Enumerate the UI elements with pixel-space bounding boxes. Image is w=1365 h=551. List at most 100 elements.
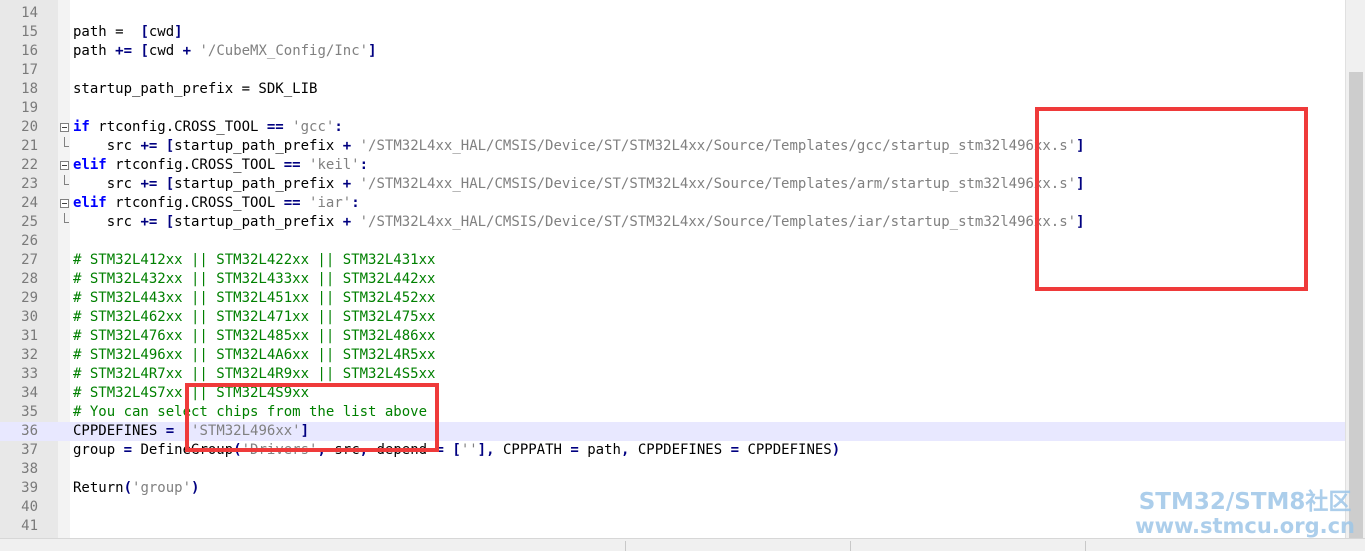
code-text[interactable]: Return('group') xyxy=(73,479,199,498)
code-editor[interactable]: 14 15 path = [cwd] 16 path += [cwd + '/CubeM… xyxy=(0,0,1345,538)
code-text[interactable]: # STM32L476xx || STM32L485xx || STM32L48… xyxy=(73,327,435,346)
code-token: ( xyxy=(233,442,242,458)
code-token: ) xyxy=(831,442,841,458)
code-line[interactable]: 32 # STM32L496xx || STM32L4A6xx || STM32L… xyxy=(0,346,1345,365)
code-token: += xyxy=(140,138,158,154)
code-text[interactable]: # STM32L496xx || STM32L4A6xx || STM32L4R… xyxy=(73,346,435,365)
code-token: + xyxy=(342,214,352,230)
code-text[interactable]: # STM32L443xx || STM32L451xx || STM32L45… xyxy=(73,289,435,308)
code-token: cwd xyxy=(148,24,175,40)
code-line[interactable]: 23 src += [startup_path_prefix + '/STM32… xyxy=(0,175,1345,194)
code-line[interactable]: 21 src += [startup_path_prefix + '/STM32… xyxy=(0,137,1345,156)
line-number: 41 xyxy=(21,518,38,534)
code-token: + xyxy=(342,176,352,192)
code-line[interactable]: 38 xyxy=(0,460,1345,479)
code-line[interactable]: 25 src += [startup_path_prefix + '/STM32… xyxy=(0,213,1345,232)
code-line[interactable]: 16 path += [cwd + '/CubeMX_Config/Inc'] xyxy=(0,42,1345,61)
code-token: startup_path_prefix = SDK_LIB xyxy=(73,81,318,97)
line-number: 36 xyxy=(21,423,38,439)
line-number: 27 xyxy=(21,252,38,268)
code-text[interactable]: # You can select chips from the list abo… xyxy=(73,403,427,422)
code-text[interactable]: # STM32L4S7xx || STM32L4S9xx xyxy=(73,384,309,403)
code-text[interactable]: src += [startup_path_prefix + '/STM32L4x… xyxy=(73,137,1085,156)
line-number: 38 xyxy=(21,461,38,477)
code-text[interactable]: path += [cwd + '/CubeMX_Config/Inc'] xyxy=(73,42,377,61)
code-text[interactable]: # STM32L4R7xx || STM32L4R9xx || STM32L4S… xyxy=(73,365,435,384)
code-text[interactable]: startup_path_prefix = SDK_LIB xyxy=(73,80,317,99)
fold-toggle-icon[interactable] xyxy=(60,161,69,170)
code-line[interactable]: 37 group = DefineGroup('Drivers', src, de… xyxy=(0,441,1345,460)
line-number: 39 xyxy=(21,480,38,496)
line-number: 35 xyxy=(21,404,38,420)
code-token: Return xyxy=(73,480,124,496)
code-text[interactable]: elif rtconfig.CROSS_TOOL == 'keil': xyxy=(73,156,368,175)
vertical-scrollbar[interactable] xyxy=(1345,0,1365,538)
code-line[interactable]: 19 xyxy=(0,99,1345,118)
line-number: 14 xyxy=(21,5,38,21)
code-text[interactable]: CPPDEFINES = ['STM32L496xx'] xyxy=(73,422,309,441)
code-token: '/STM32L4xx_HAL/CMSIS/Device/ST/STM32L4x… xyxy=(359,138,1077,154)
code-line[interactable]: 18 startup_path_prefix = SDK_LIB xyxy=(0,80,1345,99)
code-token: # STM32L443xx || STM32L451xx || STM32L45… xyxy=(73,290,436,306)
fold-toggle-icon[interactable] xyxy=(60,199,69,208)
code-text[interactable]: elif rtconfig.CROSS_TOOL == 'iar': xyxy=(73,194,360,213)
code-token: [ xyxy=(182,423,192,439)
code-token: 'iar' xyxy=(309,195,352,211)
code-line[interactable]: 28 # STM32L432xx || STM32L433xx || STM32L… xyxy=(0,270,1345,289)
code-line[interactable]: 14 xyxy=(0,4,1345,23)
code-token: = xyxy=(435,442,444,458)
line-number: 18 xyxy=(21,81,38,97)
code-token: rtconfig.CROSS_TOOL xyxy=(106,195,284,211)
code-line[interactable]: 30 # STM32L462xx || STM32L471xx || STM32L… xyxy=(0,308,1345,327)
code-line[interactable]: 17 xyxy=(0,61,1345,80)
code-line[interactable]: 36 CPPDEFINES = ['STM32L496xx'] xyxy=(0,422,1345,441)
code-line[interactable]: 27 # STM32L412xx || STM32L422xx || STM32L… xyxy=(0,251,1345,270)
code-token: startup_path_prefix xyxy=(174,138,343,154)
code-text[interactable]: src += [startup_path_prefix + '/STM32L4x… xyxy=(73,213,1085,232)
code-token: # STM32L4R7xx || STM32L4R9xx || STM32L4S… xyxy=(73,366,436,382)
code-token: [ xyxy=(140,43,149,59)
code-token: 'STM32L496xx' xyxy=(191,423,301,439)
code-line[interactable]: 35 # You can select chips from the list a… xyxy=(0,403,1345,422)
code-text[interactable]: src += [startup_path_prefix + '/STM32L4x… xyxy=(73,175,1085,194)
fold-toggle-icon[interactable] xyxy=(60,123,69,132)
code-token: elif xyxy=(73,195,107,211)
code-line[interactable]: 33 # STM32L4R7xx || STM32L4R9xx || STM32L… xyxy=(0,365,1345,384)
code-line[interactable]: 22 elif rtconfig.CROSS_TOOL == 'keil': xyxy=(0,156,1345,175)
code-token: ] xyxy=(300,423,310,439)
code-token: # STM32L462xx || STM32L471xx || STM32L47… xyxy=(73,309,436,325)
code-line[interactable]: 26 xyxy=(0,232,1345,251)
code-token: == xyxy=(266,119,284,135)
code-text[interactable]: # STM32L432xx || STM32L433xx || STM32L44… xyxy=(73,270,435,289)
code-line[interactable]: 31 # STM32L476xx || STM32L485xx || STM32L… xyxy=(0,327,1345,346)
code-text[interactable]: # STM32L412xx || STM32L422xx || STM32L43… xyxy=(73,251,435,270)
code-line[interactable]: 24 elif rtconfig.CROSS_TOOL == 'iar': xyxy=(0,194,1345,213)
code-token: CPPDEFINES xyxy=(73,423,166,439)
scrollbar-thumb[interactable] xyxy=(1349,72,1363,538)
line-number: 16 xyxy=(21,43,38,59)
watermark-title: STM32/STM8社区 xyxy=(1138,489,1352,515)
code-line[interactable]: 29 # STM32L443xx || STM32L451xx || STM32L… xyxy=(0,289,1345,308)
code-token: '' xyxy=(460,442,478,458)
code-text[interactable]: # STM32L462xx || STM32L471xx || STM32L47… xyxy=(73,308,435,327)
code-token: # STM32L4S7xx || STM32L4S9xx xyxy=(73,385,310,401)
code-line[interactable]: 15 path = [cwd] xyxy=(0,23,1345,42)
code-line[interactable]: 20 if rtconfig.CROSS_TOOL == 'gcc': xyxy=(0,118,1345,137)
line-number: 24 xyxy=(21,195,38,211)
code-text[interactable]: path = [cwd] xyxy=(73,23,183,42)
code-token: cwd xyxy=(148,43,183,59)
code-token: += xyxy=(140,214,158,230)
code-text[interactable]: if rtconfig.CROSS_TOOL == 'gcc': xyxy=(73,118,343,137)
code-token: ] xyxy=(1076,214,1085,230)
line-number: 31 xyxy=(21,328,38,344)
code-text[interactable]: group = DefineGroup('Drivers', src, depe… xyxy=(73,441,840,460)
code-line[interactable]: 34 # STM32L4S7xx || STM32L4S9xx xyxy=(0,384,1345,403)
code-token: elif xyxy=(73,157,107,173)
code-token: CPPPATH xyxy=(494,442,571,458)
watermark-url: www.stmcu.org.cn xyxy=(1135,514,1355,538)
code-token: 'group' xyxy=(132,480,192,496)
line-number: 17 xyxy=(21,62,38,78)
